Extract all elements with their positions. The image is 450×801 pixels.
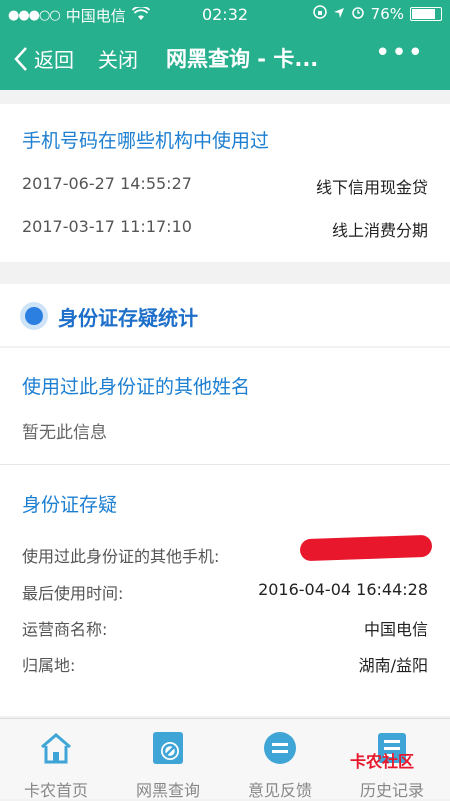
field-value: 2016-04-04 16:44:28 — [258, 580, 428, 599]
id-stats-heading: 身份证存疑统计 — [58, 306, 198, 330]
field-label: 运营商名称: — [22, 620, 108, 639]
battery-percent: 76% — [370, 5, 404, 23]
nav-bar: 返回 关闭 网黑查询 - 卡... ••• — [0, 30, 450, 90]
more-button[interactable]: ••• — [375, 38, 424, 68]
tab-label: 意见反馈 — [247, 781, 312, 800]
alarm-icon — [351, 5, 365, 23]
field-label: 使用过此身份证的其他手机: — [22, 547, 220, 566]
record-time: 2017-06-27 14:55:27 — [22, 174, 192, 193]
field-value: 湖南/益阳 — [358, 656, 428, 675]
tab-blacklist-query[interactable]: 网黑查询 — [112, 727, 224, 801]
status-bar: ●●●○○ 中国电信 02:32 76% — [0, 0, 450, 30]
list-item: 2017-03-17 11:17:10 线上消费分期 — [22, 217, 428, 241]
page-title: 网黑查询 - 卡... — [166, 47, 319, 71]
tab-home[interactable]: 卡农首页 — [0, 727, 112, 801]
watermark-logo: 卡农社区 — [350, 752, 415, 771]
search-block-icon — [112, 727, 224, 769]
back-label: 返回 — [34, 48, 74, 72]
record-type: 线上消费分期 — [331, 221, 428, 240]
tab-label: 历史记录 — [359, 781, 424, 800]
tab-label: 网黑查询 — [135, 781, 200, 800]
list-item: 2017-06-27 14:55:27 线下信用现金贷 — [22, 174, 428, 198]
divider — [0, 464, 450, 465]
phone-usage-section: 手机号码在哪些机构中使用过 2017-06-27 14:55:27 线下信用现金… — [0, 104, 450, 262]
list-item: 运营商名称: 中国电信 — [22, 616, 428, 640]
home-icon — [0, 727, 112, 769]
feedback-icon — [224, 727, 336, 769]
id-suspect-heading: 身份证存疑 — [22, 494, 118, 516]
chevron-left-icon — [14, 46, 27, 71]
tab-feedback[interactable]: 意见反馈 — [224, 727, 336, 801]
location-icon — [333, 5, 345, 23]
list-item: 归属地: 湖南/益阳 — [22, 652, 428, 676]
field-label: 最后使用时间: — [22, 584, 124, 603]
other-names-heading: 使用过此身份证的其他姓名 — [22, 376, 251, 398]
close-button[interactable]: 关闭 — [98, 44, 138, 73]
battery-icon — [410, 7, 442, 21]
id-detail-section: 使用过此身份证的其他姓名 暂无此信息 身份证存疑 使用过此身份证的其他手机: 最… — [0, 348, 450, 716]
record-type: 线下信用现金贷 — [315, 178, 428, 197]
field-value: 中国电信 — [363, 620, 428, 639]
other-names-empty: 暂无此信息 — [22, 423, 107, 443]
record-time: 2017-03-17 11:17:10 — [22, 217, 192, 236]
back-button[interactable]: 返回 — [14, 44, 74, 73]
list-item: 最后使用时间: 2016-04-04 16:44:28 — [22, 580, 428, 604]
id-stats-section: 身份证存疑统计 — [0, 284, 450, 346]
field-label: 归属地: — [22, 656, 76, 675]
phone-usage-heading: 手机号码在哪些机构中使用过 — [22, 130, 270, 152]
tab-label: 卡农首页 — [23, 781, 88, 800]
rotation-lock-icon — [312, 5, 327, 23]
bullet-icon — [20, 302, 48, 330]
redaction-mark — [299, 534, 433, 562]
